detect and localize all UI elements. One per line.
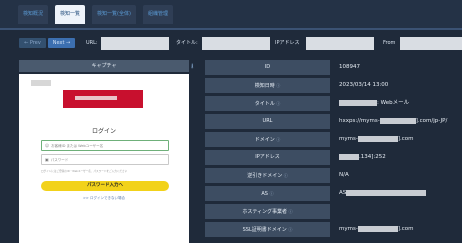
detail-row-detected-at: 検知日時 ⓘ 2023/03/14 13:00 — [205, 78, 462, 93]
help-icon[interactable]: ⓘ — [288, 227, 292, 232]
help-icon[interactable]: ⓘ — [276, 137, 280, 142]
ip-filter-input[interactable] — [306, 37, 374, 50]
user-placeholder: お客様ID または Webユーザー名 — [51, 144, 104, 148]
detail-value: N/A — [339, 172, 349, 178]
redacted-text — [346, 189, 427, 196]
detail-label: URL — [205, 114, 330, 129]
title-filter-input[interactable] — [202, 37, 270, 50]
lock-icon: ▣ — [45, 157, 49, 162]
detail-value: 2023/03/14 13:00 — [339, 82, 389, 88]
url-filter-label: URL: — [86, 40, 98, 46]
detail-label: タイトル ⓘ — [205, 96, 330, 111]
detail-row-hosting-provider: ホスティング事業者 ⓘ — [205, 204, 462, 219]
redacted-text — [339, 99, 377, 106]
detail-label: ホスティング事業者 ⓘ — [205, 204, 330, 219]
detail-row-reverse-domain: 逆引きドメイン ⓘ N/A — [205, 168, 462, 183]
user-icon: ☺ — [45, 143, 50, 148]
help-icon[interactable]: ⓘ — [270, 191, 274, 196]
detail-value: myms-].com — [339, 135, 414, 142]
detail-table: ID 108947 検知日時 ⓘ 2023/03/14 13:00 タイトル ⓘ… — [205, 60, 462, 243]
captured-user-field: ☺ お客様ID または Webユーザー名 — [41, 140, 169, 151]
record-navigation-bar: ← Prev Next → URL: タイトル: IPアドレス From — [0, 34, 462, 52]
prev-button[interactable]: ← Prev — [19, 38, 46, 48]
tab-bar: 検知概況 検知一覧 検知一覧(全体) 組織管理 — [0, 0, 462, 28]
detail-row-domain: ドメイン ⓘ myms-].com — [205, 132, 462, 147]
detail-row-ip: IPアドレス .134]:252 — [205, 150, 462, 165]
detail-label: AS ⓘ — [205, 186, 330, 201]
tab-detection-list[interactable]: 検知一覧 — [55, 5, 85, 24]
captured-submit-button: パスワード入力へ — [41, 181, 169, 191]
login-title: ログイン — [91, 128, 116, 135]
captured-password-field: ▣ パスワード — [41, 154, 169, 165]
detail-row-as: AS ⓘ AS — [205, 186, 462, 201]
tab-detection-overview[interactable]: 検知概況 — [18, 5, 48, 24]
next-button[interactable]: Next → — [48, 38, 75, 48]
detail-label: SSL証明書ドメイン ⓘ — [205, 222, 330, 237]
screenshot-panel: キャプチャ ⭳ ログイン ☺ お客様ID または Webユーザー名 ▣ パスワード … — [19, 60, 193, 243]
password-placeholder: パスワード — [50, 158, 69, 162]
detail-row-title: タイトル ⓘ : Webメール — [205, 96, 462, 111]
download-icon[interactable]: ⭳ — [191, 62, 198, 71]
redacted-text — [357, 135, 398, 142]
redacted-banner-text — [75, 96, 117, 100]
detail-value — [339, 204, 462, 219]
detail-value: hxxps://myms-].com/jp-JP/ — [339, 117, 448, 124]
detail-value: myms-].com — [339, 225, 414, 232]
help-icon[interactable]: ⓘ — [276, 83, 280, 88]
detail-row-id: ID 108947 — [205, 60, 462, 75]
detail-label: ID — [205, 60, 330, 75]
capture-header: キャプチャ — [19, 60, 189, 72]
detail-value: .134]:252 — [339, 150, 462, 165]
detail-label: IPアドレス — [205, 150, 330, 165]
captured-page-image: ログイン ☺ お客様ID または Webユーザー名 ▣ パスワード ログインにはご登… — [19, 74, 189, 243]
detail-row-url: URL hxxps://myms-].com/jp-JP/ — [205, 114, 462, 129]
login-note: ログインにはご登録のID・Webユーザー名、パスワードをご入力ください — [41, 170, 128, 173]
tab-detection-list-all[interactable]: 検知一覧(全体) — [92, 5, 136, 24]
from-filter-label: From — [383, 40, 396, 46]
detail-label: 検知日時 ⓘ — [205, 78, 330, 93]
help-icon[interactable]: ⓘ — [276, 101, 280, 106]
redacted-logo — [31, 80, 51, 86]
captured-forgot-link: >> ログインできない場合 — [83, 196, 125, 200]
detail-value: 108947 — [339, 64, 360, 70]
help-icon[interactable]: ⓘ — [289, 209, 293, 214]
detail-row-ssl-domain: SSL証明書ドメイン ⓘ myms-].com — [205, 222, 462, 237]
detail-label: ドメイン ⓘ — [205, 132, 330, 147]
help-icon[interactable]: ⓘ — [284, 173, 288, 178]
ip-filter-label: IPアドレス — [275, 40, 300, 46]
redacted-text — [379, 117, 416, 124]
tab-organization-management[interactable]: 組織管理 — [143, 5, 173, 24]
url-filter-input[interactable] — [101, 37, 169, 50]
title-filter-label: タイトル: — [176, 40, 198, 46]
redacted-text — [357, 225, 398, 232]
detail-label: 逆引きドメイン ⓘ — [205, 168, 330, 183]
tab-divider — [0, 28, 462, 30]
detail-value: AS — [339, 186, 462, 201]
redacted-text — [339, 153, 359, 160]
detail-value: : Webメール — [339, 96, 462, 111]
from-filter-input[interactable] — [400, 37, 462, 50]
